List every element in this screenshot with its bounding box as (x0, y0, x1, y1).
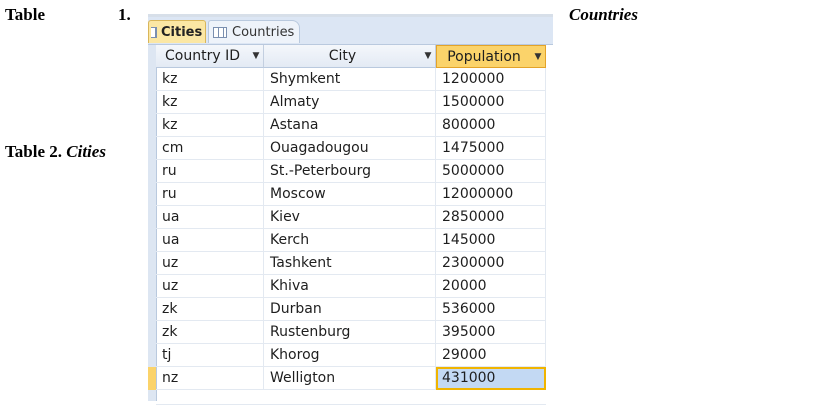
cell-country-id[interactable]: cm (156, 137, 264, 160)
cell-country-id[interactable]: nz (156, 367, 264, 390)
cell-population[interactable]: 1500000 (436, 91, 546, 114)
cell-city[interactable]: Shymkent (264, 68, 436, 91)
cell-country-id[interactable]: ua (156, 206, 264, 229)
cell-country-id[interactable]: ru (156, 160, 264, 183)
cell-city[interactable]: Moscow (264, 183, 436, 206)
table-icon (213, 26, 227, 38)
cell-country-id[interactable]: zk (156, 321, 264, 344)
cell-city[interactable]: Welligton (264, 367, 436, 390)
cell-country-id[interactable]: uz (156, 252, 264, 275)
cell-country-id[interactable]: uz (156, 275, 264, 298)
cell-country-id[interactable]: kz (156, 114, 264, 137)
table-row[interactable]: zk Durban 536000 (156, 298, 546, 321)
cell-city[interactable]: Kiev (264, 206, 436, 229)
cell-city[interactable]: St.-Peterbourg (264, 160, 436, 183)
cell-population[interactable]: 1475000 (436, 137, 546, 160)
table-row[interactable]: uz Khiva 20000 (156, 275, 546, 298)
chevron-down-icon[interactable]: ▼ (531, 52, 545, 62)
table2-caption-name: Cities (66, 142, 106, 161)
cell-city[interactable]: Khiva (264, 275, 436, 298)
table-row[interactable]: tj Khorog 29000 (156, 344, 546, 367)
table-row[interactable]: ua Kerch 145000 (156, 229, 546, 252)
table-row-current[interactable]: nz Welligton 431000 (148, 367, 546, 390)
column-header-population[interactable]: Population ▼ (436, 45, 546, 68)
table1-caption-number: 1. (118, 5, 131, 24)
column-header-country-id[interactable]: Country ID ▼ (156, 45, 264, 68)
table-row[interactable]: kz Astana 800000 (156, 114, 546, 137)
new-record-row[interactable] (156, 390, 546, 405)
current-record-marker (148, 367, 156, 390)
cell-country-id[interactable]: kz (156, 68, 264, 91)
cell-population-selected[interactable]: 431000 (436, 367, 546, 390)
cell-population[interactable]: 800000 (436, 114, 546, 137)
table2-caption: Table 2. Cities (5, 142, 106, 162)
cell-country-id[interactable]: ru (156, 183, 264, 206)
tab-countries[interactable]: Countries (208, 20, 300, 43)
table2-caption-prefix: Table 2. (5, 142, 63, 161)
chevron-down-icon[interactable]: ▼ (249, 51, 263, 61)
chevron-down-icon[interactable]: ▼ (421, 51, 435, 61)
datasheet-window: Cities Countries Country ID ▼ City ▼ Pop… (148, 14, 553, 405)
cell-country-id[interactable]: tj (156, 344, 264, 367)
table-row[interactable]: zk Rustenburg 395000 (156, 321, 546, 344)
cell-population[interactable]: 536000 (436, 298, 546, 321)
table1-caption-word: Table (5, 5, 46, 24)
tab-cities-label: Cities (161, 24, 203, 40)
column-header-label: Country ID (165, 48, 240, 64)
column-header-label: Population (447, 48, 521, 65)
table1-caption-name: Countries (569, 5, 638, 24)
cell-population[interactable]: 12000000 (436, 183, 546, 206)
cell-city[interactable]: Rustenburg (264, 321, 436, 344)
cell-population[interactable]: 2850000 (436, 206, 546, 229)
cell-city[interactable]: Durban (264, 298, 436, 321)
tab-countries-label: Countries (232, 24, 295, 40)
cell-population[interactable]: 20000 (436, 275, 546, 298)
cell-city[interactable]: Kerch (264, 229, 436, 252)
cell-population[interactable]: 5000000 (436, 160, 546, 183)
cell-population[interactable]: 29000 (436, 344, 546, 367)
cell-city[interactable]: Tashkent (264, 252, 436, 275)
table-row[interactable]: kz Almaty 1500000 (156, 91, 546, 114)
cell-population[interactable]: 1200000 (436, 68, 546, 91)
column-header-city[interactable]: City ▼ (264, 45, 436, 68)
cell-city[interactable]: Ouagadougou (264, 137, 436, 160)
table-row[interactable]: ru Moscow 12000000 (156, 183, 546, 206)
table-row[interactable]: ru St.-Peterbourg 5000000 (156, 160, 546, 183)
cell-country-id[interactable]: zk (156, 298, 264, 321)
cell-city[interactable]: Almaty (264, 91, 436, 114)
tab-cities[interactable]: Cities (148, 20, 206, 43)
table-row[interactable]: uz Tashkent 2300000 (156, 252, 546, 275)
cell-country-id[interactable]: kz (156, 91, 264, 114)
table-icon (151, 26, 157, 38)
table-row[interactable]: kz Shymkent 1200000 (156, 68, 546, 91)
cell-population[interactable]: 2300000 (436, 252, 546, 275)
cell-city[interactable]: Khorog (264, 344, 436, 367)
cell-population[interactable]: 145000 (436, 229, 546, 252)
document-tab-strip: Cities Countries (148, 17, 553, 45)
cell-country-id[interactable]: ua (156, 229, 264, 252)
column-header-label: City (328, 48, 357, 64)
cell-city[interactable]: Astana (264, 114, 436, 137)
table-row[interactable]: ua Kiev 2850000 (156, 206, 546, 229)
cell-population[interactable]: 395000 (436, 321, 546, 344)
table-row[interactable]: cm Ouagadougou 1475000 (156, 137, 546, 160)
